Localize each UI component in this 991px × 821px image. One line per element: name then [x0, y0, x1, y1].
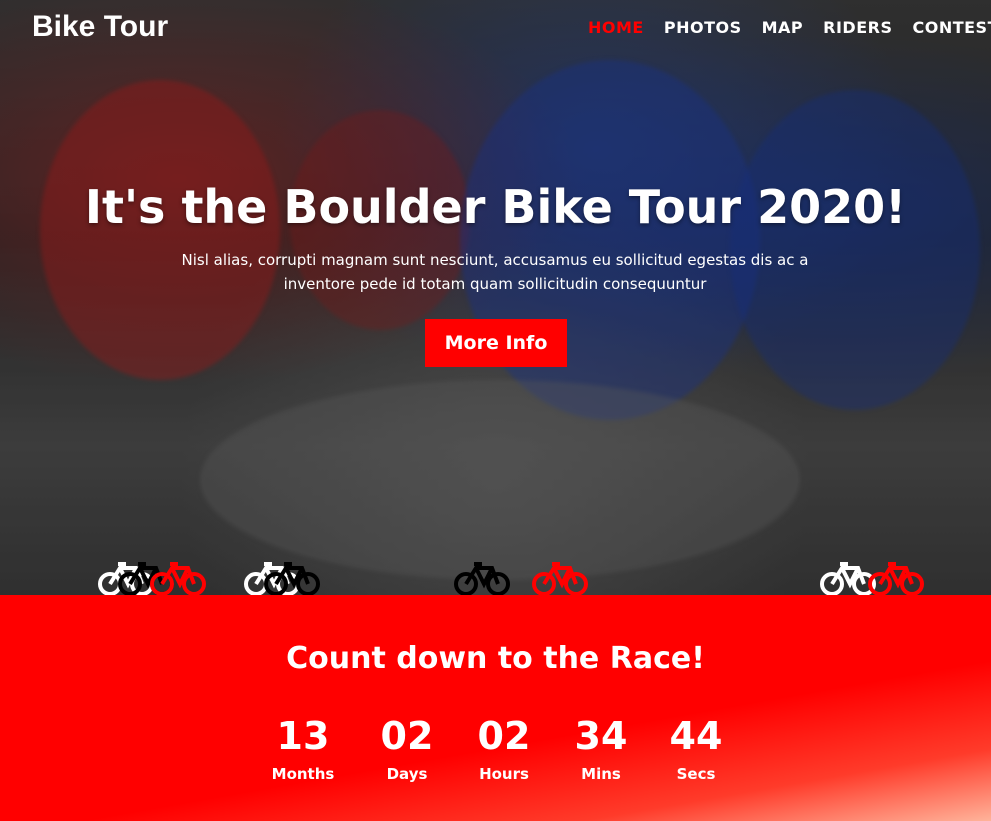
bicycle-icon	[454, 562, 510, 595]
nav-item-riders[interactable]: RIDERS	[823, 18, 892, 37]
countdown-months: 13 Months	[253, 713, 353, 783]
countdown-mins: 34 Mins	[551, 713, 651, 783]
nav-item-map[interactable]: MAP	[762, 18, 804, 37]
countdown-value: 13	[276, 714, 330, 758]
more-info-button[interactable]: More Info	[425, 319, 567, 367]
countdown-label: Months	[271, 765, 335, 783]
countdown-value: 02	[477, 714, 531, 758]
countdown-section: Count down to the Race! 13 Months 02 Day…	[0, 595, 991, 821]
bicycle-icon	[868, 562, 924, 595]
countdown-label: Hours	[479, 765, 529, 783]
countdown-days: 02 Days	[357, 713, 457, 783]
bike-animation-strip	[0, 552, 991, 595]
hero-section: Bike Tour HOME PHOTOS MAP RIDERS CONTEST…	[0, 0, 991, 595]
top-navigation: Bike Tour HOME PHOTOS MAP RIDERS CONTEST	[0, 0, 991, 60]
countdown-label: Secs	[676, 765, 716, 783]
countdown-label: Mins	[581, 765, 621, 783]
nav-item-contest[interactable]: CONTEST	[912, 18, 991, 37]
main-nav: HOME PHOTOS MAP RIDERS CONTEST	[588, 18, 991, 37]
bicycle-icon	[264, 562, 320, 595]
hero-headline: It's the Boulder Bike Tour 2020!	[84, 180, 907, 234]
countdown-secs: 44 Secs	[646, 713, 746, 783]
nav-item-home[interactable]: HOME	[588, 18, 644, 37]
bicycle-icon	[532, 562, 588, 595]
bicycle-icon	[150, 562, 206, 595]
countdown-label: Days	[386, 765, 428, 783]
hero-overlay	[0, 0, 991, 595]
countdown-hours: 02 Hours	[454, 713, 554, 783]
countdown-value: 34	[574, 714, 628, 758]
hero-subtext: Nisl alias, corrupti magnam sunt nesciun…	[181, 251, 809, 293]
nav-item-photos[interactable]: PHOTOS	[664, 18, 742, 37]
countdown-value: 44	[669, 714, 723, 758]
brand-logo[interactable]: Bike Tour	[32, 10, 168, 44]
countdown-value: 02	[380, 714, 434, 758]
countdown-title: Count down to the Race!	[286, 641, 705, 676]
